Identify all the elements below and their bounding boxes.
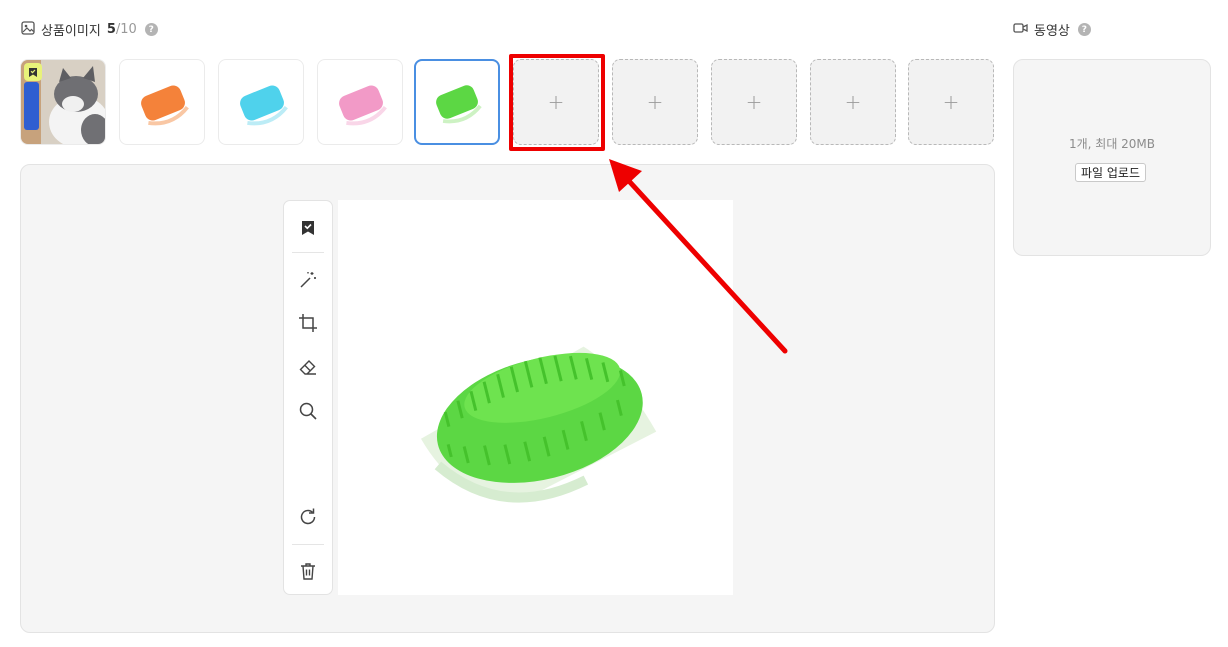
crop-icon[interactable]: [284, 309, 332, 337]
annotation-highlight-box: [509, 54, 605, 151]
toolbar-divider: [292, 544, 324, 545]
video-title: 동영상: [1034, 24, 1070, 39]
thumbnail-cyan[interactable]: [218, 59, 304, 145]
empty-image-slot[interactable]: +: [810, 59, 896, 145]
product-images-header: 상품이미지 5/10 ?: [21, 20, 158, 39]
editor-toolbar: [283, 200, 333, 595]
image-preview: [338, 200, 733, 595]
magic-wand-icon[interactable]: [284, 266, 332, 294]
help-icon[interactable]: ?: [1077, 23, 1091, 36]
video-upload-area[interactable]: 1개, 최대 20MB 파일 업로드: [1013, 59, 1211, 256]
eraser-icon[interactable]: [284, 353, 332, 381]
image-count-current: 5: [106, 22, 116, 37]
representative-badge-icon: [24, 63, 42, 81]
toolbar-divider: [292, 252, 324, 253]
video-limit-text: 1개, 최대 20MB: [1068, 137, 1156, 151]
help-icon[interactable]: ?: [144, 23, 158, 36]
empty-image-slot[interactable]: +: [908, 59, 994, 145]
image-icon: [21, 20, 35, 39]
thumbnail-green-selected[interactable]: [414, 59, 500, 145]
trash-icon[interactable]: [284, 557, 332, 585]
empty-image-slot[interactable]: +: [612, 59, 698, 145]
video-icon: [1013, 22, 1028, 38]
thumbnail-representative[interactable]: [20, 59, 106, 145]
bookmark-icon[interactable]: [284, 214, 332, 242]
zoom-icon[interactable]: [284, 397, 332, 425]
image-count-max: /10: [115, 22, 137, 37]
empty-image-slot[interactable]: +: [711, 59, 797, 145]
thumbnail-orange[interactable]: [119, 59, 205, 145]
rotate-icon[interactable]: [284, 503, 332, 531]
image-count: 5/10: [107, 22, 137, 37]
file-upload-button[interactable]: 파일 업로드: [1075, 163, 1147, 182]
product-images-title: 상품이미지: [41, 24, 101, 39]
thumbnail-pink[interactable]: [317, 59, 403, 145]
video-header: 동영상 ?: [1013, 20, 1091, 39]
